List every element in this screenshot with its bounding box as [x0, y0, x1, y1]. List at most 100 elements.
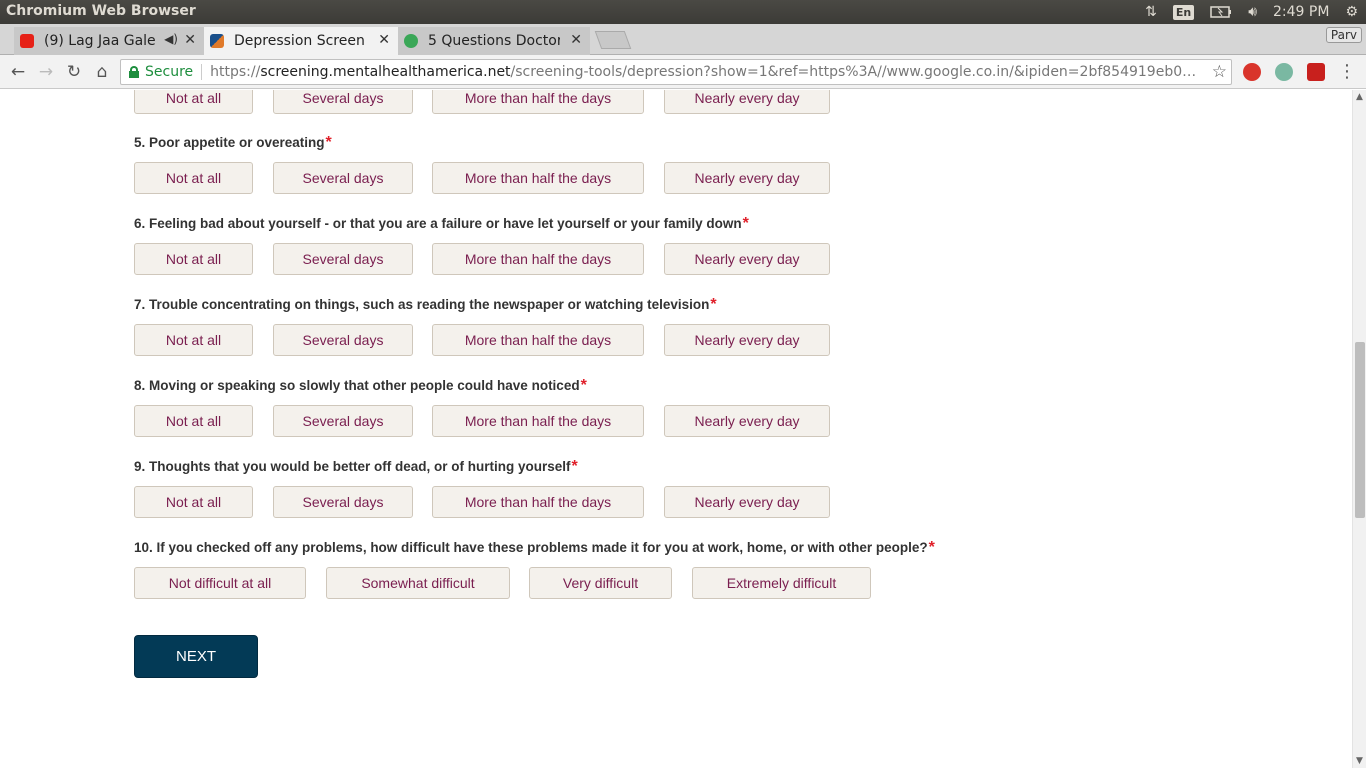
battery-icon[interactable]	[1202, 0, 1240, 24]
os-top-bar: Chromium Web Browser ⇅ En 🔊︎ 2:49 PM ⚙	[0, 0, 1366, 24]
scroll-up-arrow-icon[interactable]: ▲	[1356, 92, 1363, 102]
required-marker: *	[710, 296, 717, 313]
option-extremely-difficult[interactable]: Extremely difficult	[692, 567, 871, 599]
required-marker: *	[325, 134, 332, 151]
answer-row-q4: Not at all Several days More than half t…	[134, 90, 830, 114]
adblock-extension-icon[interactable]	[1243, 63, 1261, 81]
question-9-label: 9. Thoughts that you would be better off…	[134, 458, 578, 476]
browser-toolbar: ← → ↻ ⌂ Secure https://screening.mentalh…	[0, 55, 1366, 89]
question-10-label: 10. If you checked off any problems, how…	[134, 539, 935, 557]
tab-label: Depression Screenin	[234, 33, 366, 49]
back-arrow-icon[interactable]: ←	[7, 61, 29, 83]
answer-row-q9: Not at all Several days More than half t…	[134, 486, 830, 518]
required-marker: *	[928, 539, 935, 556]
required-marker: *	[742, 215, 749, 232]
option-nearly-every-day[interactable]: Nearly every day	[664, 162, 830, 194]
forward-arrow-icon[interactable]: →	[35, 61, 57, 83]
tab-youtube[interactable]: (9) Lag Jaa Gale - ◀︎) ✕	[14, 27, 204, 55]
volume-icon[interactable]: 🔊︎	[1240, 0, 1265, 24]
tab-depression-screening[interactable]: Depression Screenin ✕	[204, 27, 398, 55]
vertical-scrollbar[interactable]: ▲ ▼	[1352, 90, 1366, 768]
youtube-icon	[20, 34, 34, 48]
close-tab-icon[interactable]: ✕	[570, 32, 582, 48]
option-not-difficult[interactable]: Not difficult at all	[134, 567, 306, 599]
answer-row-q5: Not at all Several days More than half t…	[134, 162, 830, 194]
reload-icon[interactable]: ↻	[63, 61, 85, 83]
scrollbar-thumb[interactable]	[1355, 342, 1365, 518]
next-button[interactable]: NEXT	[134, 635, 258, 678]
answer-row-q8: Not at all Several days More than half t…	[134, 405, 830, 437]
url-host: screening.mentalhealthamerica.net	[260, 64, 511, 80]
option-several-days[interactable]: Several days	[273, 90, 413, 114]
address-bar[interactable]: Secure https://screening.mentalhealthame…	[120, 59, 1232, 85]
option-several-days[interactable]: Several days	[273, 324, 413, 356]
question-text: 10. If you checked off any problems, how…	[134, 540, 928, 555]
required-marker: *	[580, 377, 587, 394]
page-content: Not at all Several days More than half t…	[0, 90, 1352, 768]
new-tab-button[interactable]	[594, 31, 632, 49]
option-not-at-all[interactable]: Not at all	[134, 162, 253, 194]
option-nearly-every-day[interactable]: Nearly every day	[664, 486, 830, 518]
lock-icon	[129, 66, 139, 78]
tab-strip: (9) Lag Jaa Gale - ◀︎) ✕ Depression Scre…	[0, 24, 1366, 55]
question-text: 5. Poor appetite or overeating	[134, 135, 325, 150]
question-text: 9. Thoughts that you would be better off…	[134, 459, 571, 474]
scroll-down-arrow-icon[interactable]: ▼	[1356, 756, 1363, 766]
required-marker: *	[571, 458, 578, 475]
question-text: 6. Feeling bad about yourself - or that …	[134, 216, 742, 231]
extension-icon[interactable]	[1275, 63, 1293, 81]
option-more-than-half[interactable]: More than half the days	[432, 486, 644, 518]
settings-gear-icon[interactable]: ⚙	[1337, 0, 1366, 24]
question-5-label: 5. Poor appetite or overeating*	[134, 134, 332, 152]
option-nearly-every-day[interactable]: Nearly every day	[664, 90, 830, 114]
option-not-at-all[interactable]: Not at all	[134, 90, 253, 114]
audio-playing-icon[interactable]: ◀︎)	[164, 32, 178, 46]
option-more-than-half[interactable]: More than half the days	[432, 90, 644, 114]
tab-label: (9) Lag Jaa Gale -	[44, 33, 156, 49]
answer-row-q10: Not difficult at all Somewhat difficult …	[134, 567, 871, 599]
secure-label: Secure	[145, 64, 203, 80]
tab-label: 5 Questions Doctor	[428, 33, 560, 49]
window-title: Chromium Web Browser	[6, 3, 196, 19]
profile-button[interactable]: Parv	[1325, 27, 1362, 43]
question-text: 8. Moving or speaking so slowly that oth…	[134, 378, 580, 393]
menu-icon[interactable]: ⋮	[1338, 61, 1356, 82]
option-not-at-all[interactable]: Not at all	[134, 243, 253, 275]
question-7-label: 7. Trouble concentrating on things, such…	[134, 296, 717, 314]
keyboard-layout-label: En	[1172, 4, 1195, 20]
option-nearly-every-day[interactable]: Nearly every day	[664, 243, 830, 275]
option-nearly-every-day[interactable]: Nearly every day	[664, 324, 830, 356]
option-several-days[interactable]: Several days	[273, 405, 413, 437]
option-more-than-half[interactable]: More than half the days	[432, 243, 644, 275]
option-not-at-all[interactable]: Not at all	[134, 405, 253, 437]
keyboard-layout-indicator[interactable]: En	[1165, 0, 1202, 24]
option-nearly-every-day[interactable]: Nearly every day	[664, 405, 830, 437]
question-text: 7. Trouble concentrating on things, such…	[134, 297, 710, 312]
pdf-extension-icon[interactable]	[1307, 63, 1325, 81]
close-tab-icon[interactable]: ✕	[184, 32, 196, 48]
answer-row-q7: Not at all Several days More than half t…	[134, 324, 830, 356]
question-8-label: 8. Moving or speaking so slowly that oth…	[134, 377, 587, 395]
option-more-than-half[interactable]: More than half the days	[432, 324, 644, 356]
mha-icon	[210, 34, 224, 48]
option-somewhat-difficult[interactable]: Somewhat difficult	[326, 567, 510, 599]
home-icon[interactable]: ⌂	[91, 61, 113, 83]
option-very-difficult[interactable]: Very difficult	[529, 567, 672, 599]
option-several-days[interactable]: Several days	[273, 243, 413, 275]
tab-5-questions[interactable]: 5 Questions Doctor ✕	[398, 27, 590, 55]
url-text[interactable]: https://screening.mentalhealthamerica.ne…	[210, 64, 1200, 80]
close-tab-icon[interactable]: ✕	[378, 32, 390, 48]
option-not-at-all[interactable]: Not at all	[134, 486, 253, 518]
option-more-than-half[interactable]: More than half the days	[432, 162, 644, 194]
url-path: /screening-tools/depression?show=1&ref=h…	[510, 64, 1201, 80]
bookmark-star-icon[interactable]: ☆	[1212, 62, 1227, 82]
question-6-label: 6. Feeling bad about yourself - or that …	[134, 215, 749, 233]
option-not-at-all[interactable]: Not at all	[134, 324, 253, 356]
answer-row-q6: Not at all Several days More than half t…	[134, 243, 830, 275]
option-more-than-half[interactable]: More than half the days	[432, 405, 644, 437]
heart-icon	[404, 34, 418, 48]
network-icon[interactable]: ⇅	[1137, 0, 1165, 24]
option-several-days[interactable]: Several days	[273, 162, 413, 194]
option-several-days[interactable]: Several days	[273, 486, 413, 518]
clock[interactable]: 2:49 PM	[1265, 0, 1337, 24]
